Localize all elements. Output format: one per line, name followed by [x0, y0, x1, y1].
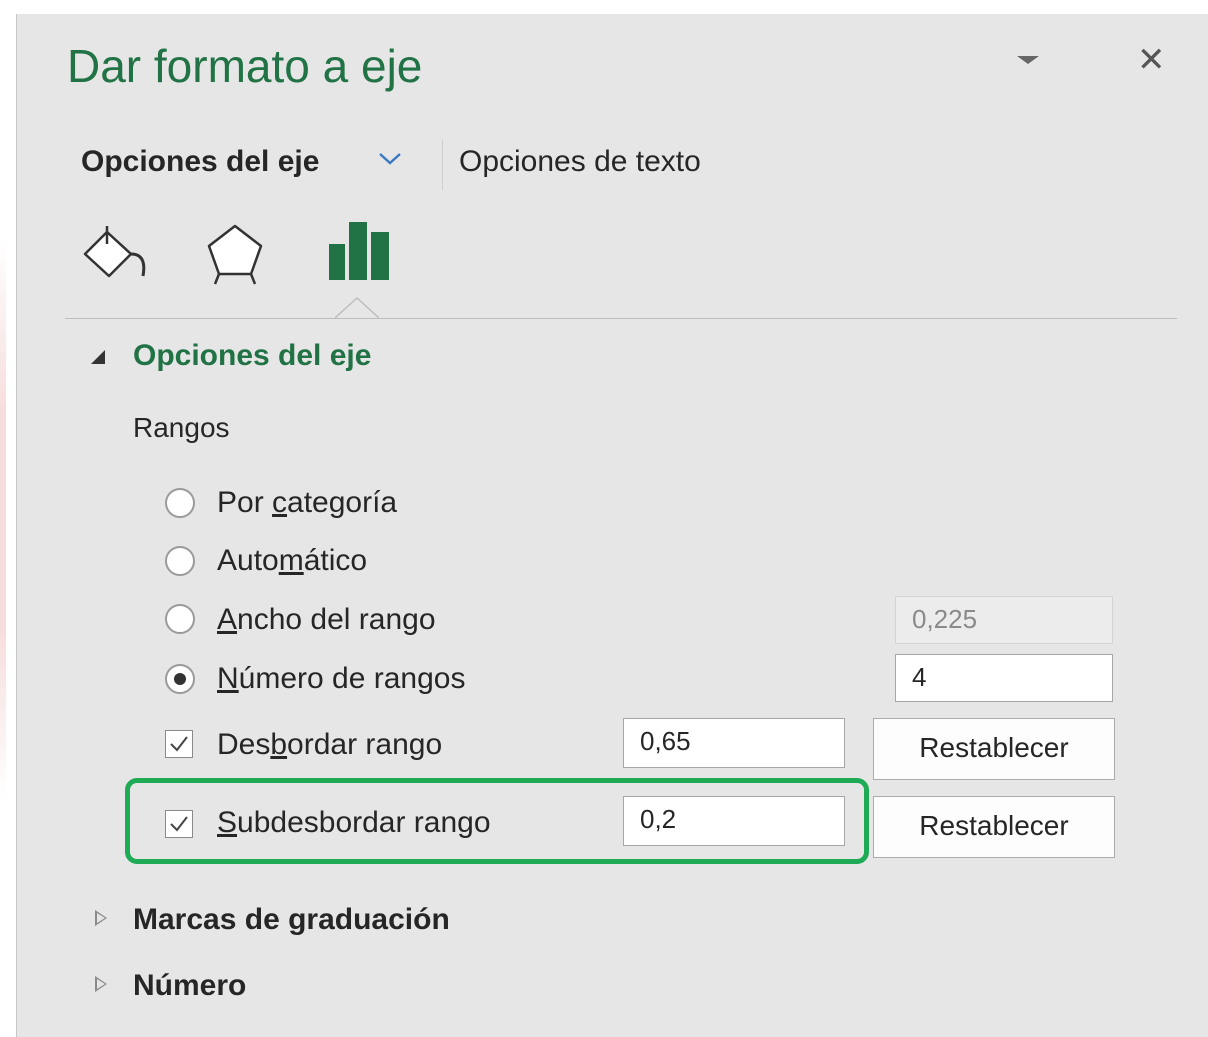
label-bin-width[interactable]: Ancho del rango	[217, 600, 436, 640]
collapsed-triangle-icon[interactable]	[95, 910, 107, 926]
radio-automatic[interactable]	[165, 546, 195, 576]
group-label-ranges: Rangos	[133, 412, 230, 443]
label-by-category[interactable]: Por categoría	[217, 483, 397, 523]
reset-overflow-button[interactable]: Restablecer	[873, 718, 1115, 780]
tab-separator	[442, 140, 443, 190]
bin-width-field: 0,225	[895, 596, 1113, 644]
number-of-bins-field[interactable]: 4	[895, 654, 1113, 702]
format-axis-pane: Dar formato a eje ✕ Opciones del eje Opc…	[16, 14, 1208, 1037]
active-tab-notch	[335, 296, 379, 319]
label-number-of-bins[interactable]: Número de rangos	[217, 659, 465, 699]
checkmark-icon	[170, 736, 188, 752]
chevron-down-icon[interactable]	[1017, 56, 1039, 64]
section-title-number[interactable]: Número	[133, 966, 246, 1006]
expanded-triangle-icon[interactable]	[89, 348, 107, 366]
clipped-heading-strip	[0, 0, 1208, 14]
axis-options-icon[interactable]	[327, 218, 391, 282]
section-title-tick-marks[interactable]: Marcas de graduación	[133, 900, 450, 940]
tab-text-options[interactable]: Opciones de texto	[459, 142, 701, 182]
underflow-bin-field[interactable]: 0,2	[623, 796, 845, 846]
checkmark-icon	[170, 816, 188, 832]
close-icon[interactable]: ✕	[1137, 42, 1166, 78]
tab-chevron-down-icon[interactable]	[377, 149, 403, 169]
radio-bin-width[interactable]	[165, 604, 195, 634]
overflow-bin-field[interactable]: 0,65	[623, 718, 845, 768]
tab-axis-options[interactable]: Opciones del eje	[81, 142, 319, 182]
pane-title: Dar formato a eje	[67, 40, 423, 92]
label-automatic[interactable]: Automático	[217, 541, 367, 581]
section-title-axis-options[interactable]: Opciones del eje	[133, 336, 371, 376]
collapsed-triangle-icon[interactable]	[95, 976, 107, 992]
label-overflow-bin[interactable]: Desbordar rango	[217, 725, 442, 765]
checkbox-underflow-bin[interactable]	[165, 810, 193, 838]
background-accent	[0, 240, 6, 800]
label-underflow-bin[interactable]: Subdesbordar rango	[217, 803, 491, 843]
effects-icon[interactable]	[205, 220, 265, 286]
checkbox-overflow-bin[interactable]	[165, 730, 193, 758]
tab-divider	[65, 318, 1177, 319]
radio-by-category[interactable]	[165, 488, 195, 518]
reset-underflow-button[interactable]: Restablecer	[873, 796, 1115, 858]
radio-number-of-bins[interactable]	[165, 664, 195, 694]
fill-line-icon[interactable]	[81, 224, 161, 284]
